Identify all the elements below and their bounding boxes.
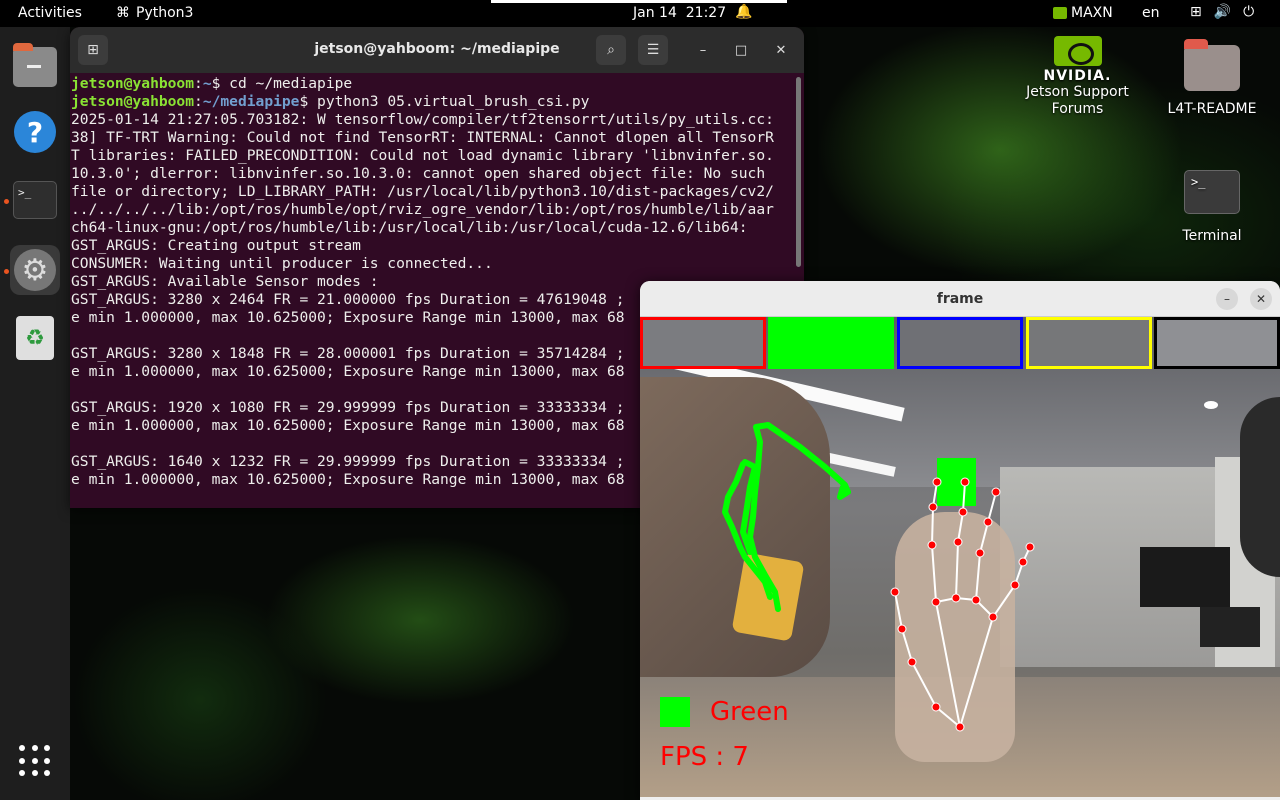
menu-icon[interactable]: ☰ <box>638 35 668 65</box>
prompt-path: ~/mediapipe <box>202 93 300 110</box>
hand-skeleton <box>894 481 1031 728</box>
palette-red[interactable] <box>640 317 766 369</box>
date-label: Jan 14 <box>633 5 677 21</box>
python-app-icon: ⌘ <box>116 5 130 21</box>
prompt-user: jetson@yahboom <box>71 93 195 110</box>
terminal-icon: >_ <box>13 181 57 219</box>
dock-help[interactable]: ? <box>10 107 60 157</box>
time-label: 21:27 <box>685 5 727 21</box>
show-apps-icon[interactable] <box>19 745 51 777</box>
output-line: 2025-01-14 21:27:05.703182: W tensorflow… <box>71 111 774 128</box>
frame-title: frame <box>936 291 984 307</box>
dock-trash[interactable]: ♻ <box>10 313 60 363</box>
close-icon[interactable]: ✕ <box>1250 288 1272 310</box>
terminal-scrollbar[interactable] <box>796 77 801 267</box>
network-icon: ⊞ <box>1190 4 1202 20</box>
fps-label: FPS : 7 <box>660 742 749 772</box>
prompt-command: $ python3 05.virtual_brush_csi.py <box>299 93 590 110</box>
dock-terminal[interactable]: >_ <box>10 175 60 225</box>
palette-yellow[interactable] <box>1026 317 1152 369</box>
output-line: ../../../../lib:/opt/ros/humble/opt/rviz… <box>71 201 774 218</box>
prompt-user: jetson@yahboom <box>71 75 195 92</box>
frame-titlebar[interactable]: frame – ✕ <box>640 281 1280 317</box>
running-indicator <box>4 269 9 274</box>
output-line: ch64-linux-gnu:/opt/ros/humble/lib:/usr/… <box>71 219 748 236</box>
output-line: 38] TF-TRT Warning: Could not find Tenso… <box>71 129 774 146</box>
palette-eraser[interactable] <box>1154 317 1280 369</box>
power-mode-label: MAXN <box>1071 5 1113 21</box>
brush-stroke <box>722 422 851 612</box>
clock[interactable]: Jan 14 21:27 <box>633 5 726 21</box>
brush-cursor <box>937 458 976 506</box>
desktop-readme[interactable]: L4T-README <box>1160 39 1264 117</box>
running-indicator <box>4 199 9 204</box>
nvidia-label: Jetson Support Forums <box>1026 84 1129 117</box>
prompt-line: jetson@yahboom:~$ cd ~/mediapipe <box>71 75 353 92</box>
output-line: CONSUMER: Waiting until producer is conn… <box>71 255 493 272</box>
nvidia-icon <box>1053 36 1102 66</box>
top-bar: Activities ⌘ Python3 Jan 14 21:27 🔔 MAXN… <box>0 0 1280 27</box>
help-icon: ? <box>14 111 56 153</box>
settings-icon: ⚙ <box>14 249 56 291</box>
prompt-command: $ cd ~/mediapipe <box>211 75 353 92</box>
output-line: 10.3.0'; dlerror: libnvinfer.so.10.3.0: … <box>71 165 766 182</box>
output-line: file or directory; LD_LIBRARY_PATH: /usr… <box>71 183 774 200</box>
language-indicator[interactable]: en <box>1142 5 1160 21</box>
desktop-nvidia-forums[interactable]: NVIDIA. Jetson Support Forums <box>1020 36 1135 118</box>
prompt-path: ~ <box>202 75 212 92</box>
search-icon[interactable]: ⌕ <box>596 35 626 65</box>
dock-files[interactable] <box>10 42 60 92</box>
power-mode-indicator[interactable]: MAXN <box>1053 5 1113 21</box>
bell-icon[interactable]: 🔔 <box>735 4 752 20</box>
notification-strip <box>491 0 787 3</box>
terminal-label: Terminal <box>1182 228 1242 244</box>
volume-icon: 🔊 <box>1213 4 1232 20</box>
current-color-label: Green <box>710 697 789 727</box>
desktop-terminal[interactable]: >_ Terminal <box>1160 170 1264 244</box>
terminal-icon: >_ <box>1184 170 1240 214</box>
files-icon <box>13 43 57 87</box>
frame-window[interactable]: frame – ✕ Green FPS: 7 <box>640 281 1280 800</box>
close-icon[interactable]: ✕ <box>770 39 792 61</box>
trash-icon: ♻ <box>16 316 54 360</box>
system-menu[interactable]: ⊞ 🔊 ⏻ <box>1190 4 1254 20</box>
camera-view: Green FPS : 7 <box>640 317 1280 797</box>
output-line: T libraries: FAILED_PRECONDITION: Could … <box>71 147 774 164</box>
hand-landmarks <box>890 477 1035 732</box>
prompt-line: jetson@yahboom:~/mediapipe$ python3 05.v… <box>71 93 590 110</box>
app-name: Python3 <box>136 5 194 21</box>
activities-button[interactable]: Activities <box>18 5 82 21</box>
app-menu[interactable]: ⌘ Python3 <box>116 5 193 21</box>
dock-settings[interactable]: ⚙ <box>10 245 60 295</box>
readme-label: L4T-README <box>1167 101 1257 117</box>
maximize-icon[interactable]: □ <box>730 39 752 61</box>
dock: ? >_ ⚙ ♻ <box>0 27 70 800</box>
minimize-icon[interactable]: – <box>1216 288 1238 310</box>
output-line: GST_ARGUS: Creating output stream <box>71 237 361 254</box>
nvidia-brand: NVIDIA. <box>1043 68 1112 84</box>
nvidia-icon <box>1053 7 1067 19</box>
terminal-titlebar[interactable]: ⊞ jetson@yahboom: ~/mediapipe ⌕ ☰ – □ ✕ <box>70 27 804 73</box>
palette-blue[interactable] <box>897 317 1023 369</box>
power-icon: ⏻ <box>1243 4 1255 20</box>
current-color-swatch <box>660 697 690 727</box>
palette-green[interactable] <box>768 317 894 369</box>
minimize-icon[interactable]: – <box>692 39 714 61</box>
folder-icon <box>1184 39 1240 91</box>
